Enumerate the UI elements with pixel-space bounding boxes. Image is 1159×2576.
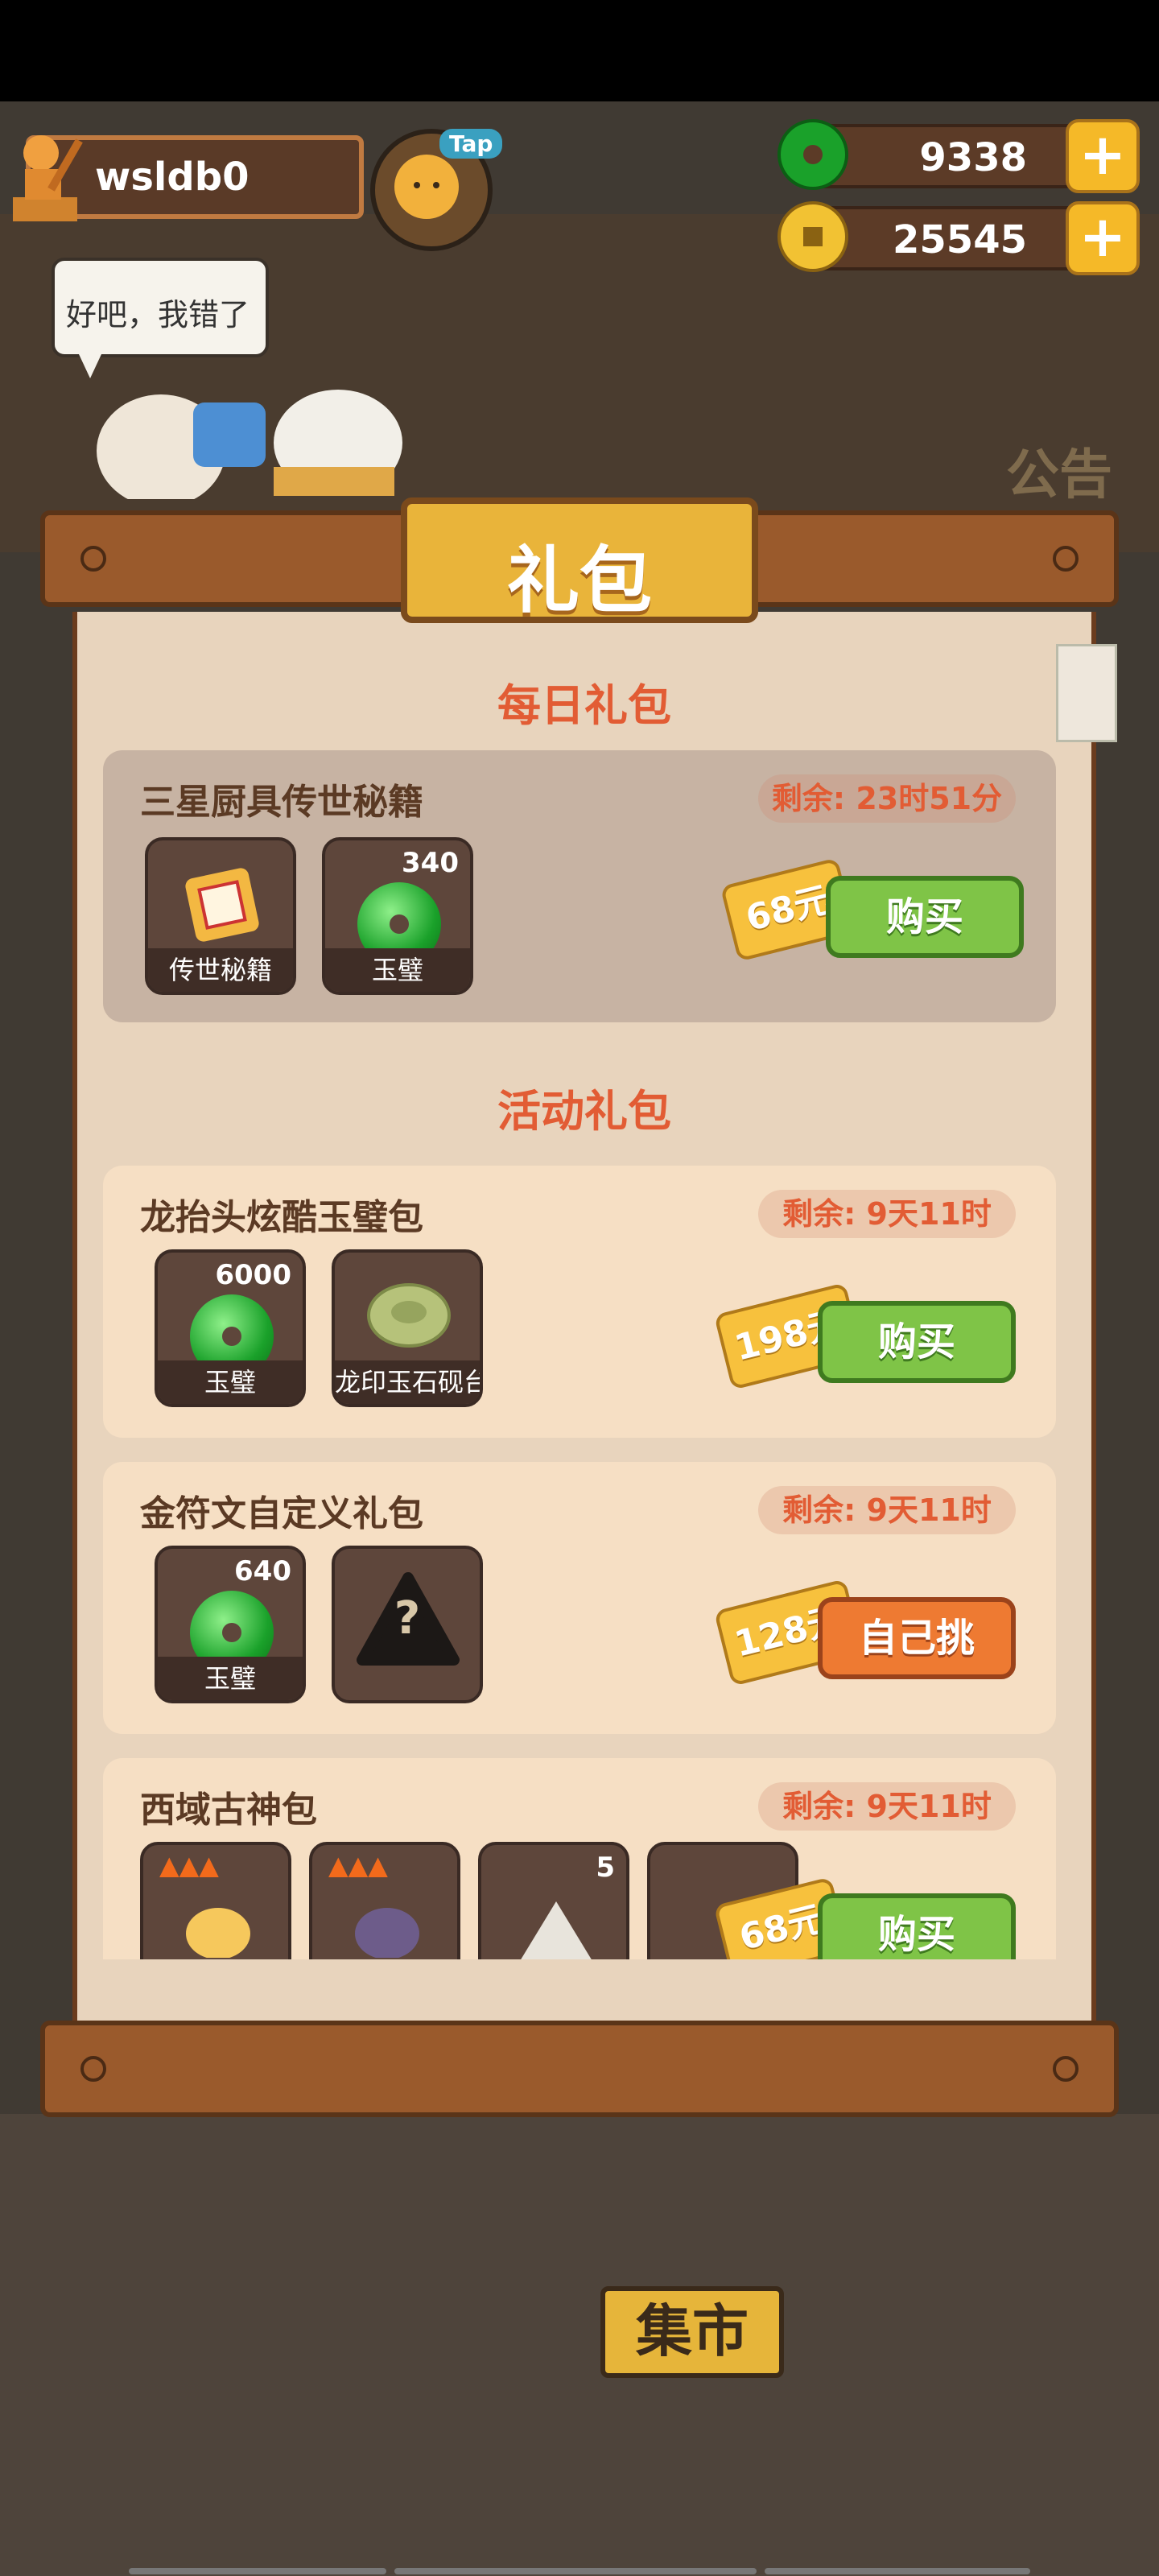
- add-coins-button[interactable]: +: [1066, 201, 1140, 275]
- event-pack-card: 金符文自定义礼包 剩余: 9天11时 640 玉璧 ? 128元 自己挑: [103, 1462, 1056, 1734]
- pack-name: 金符文自定义礼包: [140, 1493, 423, 1534]
- item-count: 640: [234, 1555, 291, 1587]
- jade-icon: [777, 119, 848, 190]
- item-slot[interactable]: 龙印玉石砚台: [332, 1249, 483, 1407]
- fire-icon: ▲▲▲: [159, 1850, 219, 1880]
- secret-book-icon: [185, 868, 259, 942]
- rune-stone-icon: [521, 1901, 592, 1959]
- item-slot[interactable]: 5: [478, 1842, 629, 1959]
- jade-amount: 9338: [919, 135, 1027, 180]
- item-slot[interactable]: 6000 玉璧: [155, 1249, 306, 1407]
- jade-counter: 9338 +: [777, 119, 1140, 193]
- item-label: 玉璧: [158, 1657, 303, 1700]
- nav-gesture-bar: [765, 2568, 1030, 2574]
- event-pack-card: 西域古神包 剩余: 9天11时 ▲▲▲ ▲▲▲ 5 68元 购买: [103, 1758, 1056, 1959]
- pack-name: 龙抬头炫酷玉璧包: [140, 1197, 423, 1238]
- panel-title: 礼包: [507, 539, 652, 623]
- trophy-statue-icon: [13, 135, 83, 221]
- coin-amount: 25545: [893, 217, 1027, 262]
- item-count: ?: [394, 1592, 421, 1645]
- coin-icon: [777, 201, 848, 272]
- item-label: 龙印玉石砚台: [335, 1360, 480, 1404]
- item-label: 玉璧: [158, 1360, 303, 1404]
- pack-name: 西域古神包: [140, 1790, 317, 1831]
- buy-button[interactable]: 购买: [818, 1301, 1016, 1383]
- pack-timer: 剩余: 9天11时: [758, 1190, 1016, 1238]
- pack-timer: 剩余: 23时51分: [758, 774, 1016, 823]
- cat-character-icon: [355, 1908, 419, 1958]
- tap-chef-button[interactable]: Tap: [370, 129, 503, 251]
- pack-timer: 剩余: 9天11时: [758, 1782, 1016, 1831]
- chick-character-icon: [186, 1908, 250, 1958]
- duck-characters-icon: [97, 390, 402, 499]
- fire-icon: ▲▲▲: [328, 1850, 388, 1880]
- nav-gesture-bar: [129, 2568, 386, 2574]
- buy-button[interactable]: 购买: [818, 1893, 1016, 1959]
- item-slot[interactable]: ▲▲▲: [140, 1842, 291, 1959]
- player-name: wsldb0: [95, 155, 250, 200]
- background-street: [0, 2114, 1159, 2576]
- speech-bubble: 好吧，我错了: [52, 258, 269, 378]
- item-slot[interactable]: ?: [332, 1546, 483, 1703]
- item-slot[interactable]: ▲▲▲: [309, 1842, 460, 1959]
- item-slot[interactable]: 640 玉璧: [155, 1546, 306, 1703]
- nav-gesture-bar: [394, 2568, 757, 2574]
- coin-counter: 25545 +: [777, 201, 1140, 275]
- event-pack-list[interactable]: 龙抬头炫酷玉璧包 剩余: 9天11时 6000 玉璧 龙印玉石砚台 198元 购…: [72, 945, 1087, 1959]
- tap-label: Tap: [439, 129, 503, 159]
- item-count: 340: [402, 847, 459, 879]
- event-pack-card: 龙抬头炫酷玉璧包 剩余: 9天11时 6000 玉璧 龙印玉石砚台 198元 购…: [103, 1166, 1056, 1438]
- daily-section-title: 每日礼包: [497, 680, 671, 731]
- inkstone-icon: [367, 1283, 451, 1348]
- speech-text: 好吧，我错了: [66, 297, 250, 332]
- panel-title-plate: 礼包: [401, 497, 758, 623]
- market-sign[interactable]: 集市: [600, 2286, 784, 2378]
- item-count: 6000: [215, 1259, 291, 1291]
- panel-bottom-beam: [40, 2021, 1119, 2117]
- item-count: 5: [596, 1852, 615, 1884]
- pack-name: 三星厨具传世秘籍: [140, 782, 423, 823]
- pick-button[interactable]: 自己挑: [818, 1597, 1016, 1679]
- add-jade-button[interactable]: +: [1066, 119, 1140, 193]
- notice-sign[interactable]: 公告: [982, 343, 1143, 506]
- side-bookmark[interactable]: [1056, 644, 1117, 742]
- pack-timer: 剩余: 9天11时: [758, 1486, 1016, 1534]
- notice-sign-label: 公告: [1006, 444, 1112, 506]
